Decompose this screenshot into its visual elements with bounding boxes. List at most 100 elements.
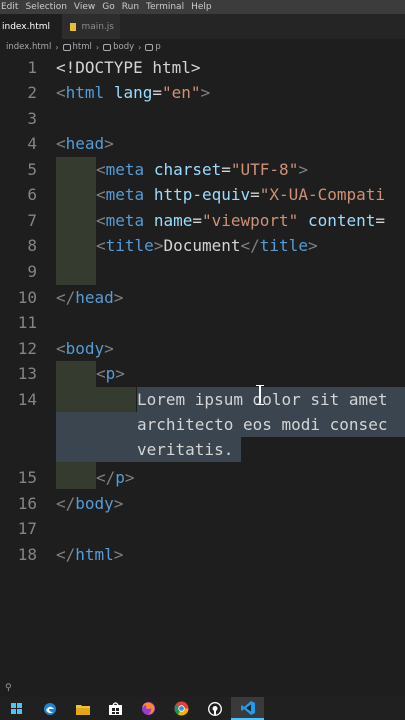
text-content: Document [163, 236, 241, 255]
code-line-6[interactable]: <meta http-equiv="X-UA-Compati [96, 182, 385, 207]
line-number: 13 [17, 364, 37, 383]
code-line-13[interactable]: <p> [96, 361, 125, 386]
bracket: > [153, 236, 164, 255]
line-number: 9 [27, 262, 37, 281]
chrome-icon[interactable] [165, 697, 198, 720]
tab-index-html[interactable]: index.html [0, 14, 62, 39]
line-number: 12 [17, 339, 37, 358]
code-editor[interactable]: 1 2 3 4 5 6 7 8 9 10 11 12 13 14 15 16 1… [0, 55, 405, 680]
code-line-1[interactable]: <!DOCTYPE html> [56, 55, 201, 80]
tag-name: p [105, 364, 116, 383]
doctype-text: <!DOCTYPE html> [56, 58, 201, 77]
equals: = [375, 211, 386, 230]
chevron-right-icon: › [55, 42, 59, 52]
firefox-icon[interactable] [132, 697, 165, 720]
tag-name: body [65, 339, 105, 358]
edge-icon[interactable] [33, 697, 66, 720]
element-icon [62, 43, 71, 51]
bracket: < [56, 134, 66, 153]
bracket: < [96, 236, 106, 255]
paragraph-text: architecto eos modi consec [137, 415, 388, 434]
bracket: > [113, 494, 124, 513]
tag-name: title [259, 236, 308, 255]
vscode-icon[interactable] [231, 697, 264, 720]
chevron-right-icon: › [95, 42, 100, 52]
tag-name: head [65, 134, 105, 153]
menu-run[interactable]: Run [122, 2, 146, 12]
line-number: 1 [27, 58, 37, 77]
bracket: > [124, 468, 135, 487]
tag-name: p [115, 468, 125, 487]
bracket: > [104, 339, 114, 358]
attr-name: lang [113, 83, 153, 102]
code-line-16[interactable]: </body> [56, 491, 123, 516]
code-line-18[interactable]: </html> [56, 542, 123, 567]
equals: = [221, 160, 231, 179]
paragraph-text: veritatis. [137, 440, 234, 459]
line-number: 4 [27, 134, 37, 153]
github-icon[interactable] [198, 697, 231, 720]
menu-go[interactable]: Go [102, 2, 121, 12]
breadcrumb: index.html › html › body › p [0, 39, 405, 55]
breadcrumb-p[interactable]: p [155, 42, 160, 52]
code-line-14-wrap-1[interactable]: architecto eos modi consec [137, 412, 387, 437]
line-number: 8 [27, 236, 37, 255]
code-line-5[interactable]: <meta charset="UTF-8"> [96, 157, 308, 182]
menu-help[interactable]: Help [191, 2, 219, 12]
tag-name: meta [105, 160, 145, 179]
bracket: </ [240, 236, 260, 255]
menu-selection[interactable]: Selection [25, 2, 73, 12]
code-line-8[interactable]: <title>Document</title> [96, 233, 318, 258]
tag-name: html [75, 545, 114, 564]
code-line-7[interactable]: <meta name="viewport" content= [96, 208, 385, 233]
indent-guide [96, 387, 136, 413]
tag-name: meta [105, 185, 145, 204]
code-line-15[interactable]: </p> [96, 465, 135, 490]
code-line-2[interactable]: <html lang="en"> [56, 80, 210, 105]
code-line-10[interactable]: </head> [56, 285, 123, 310]
tab-main-js[interactable]: main.js [62, 14, 120, 39]
tag-name: meta [105, 211, 145, 230]
bracket: </ [56, 494, 76, 513]
line-number: 14 [17, 390, 37, 409]
taskbar [0, 697, 405, 720]
line-number: 5 [27, 160, 37, 179]
store-icon[interactable] [99, 697, 132, 720]
bracket: > [115, 364, 125, 383]
line-number: 6 [27, 185, 37, 204]
line-number: 10 [17, 288, 37, 307]
element-icon [145, 43, 154, 51]
bracket: </ [96, 468, 116, 487]
attr-name: http-equiv [153, 185, 251, 204]
menu-edit[interactable]: Edit [0, 2, 25, 12]
menu-view[interactable]: View [74, 2, 102, 12]
bracket: > [298, 160, 308, 179]
code-line-14-wrap-2[interactable]: veritatis. [137, 437, 233, 462]
windows-start-icon[interactable] [0, 697, 33, 720]
bracket: < [56, 339, 66, 358]
code-line-4[interactable]: <head> [56, 131, 114, 156]
text-cursor-icon [255, 385, 264, 405]
attr-name: name [153, 211, 193, 230]
attr-value: "viewport" [201, 211, 299, 230]
line-number: 3 [27, 109, 37, 128]
line-number: 7 [27, 211, 37, 230]
bracket: > [104, 134, 114, 153]
bracket: < [56, 83, 66, 102]
bracket: < [96, 185, 106, 204]
bracket: > [307, 236, 318, 255]
breadcrumb-html[interactable]: html [73, 42, 92, 52]
line-number: 2 [27, 83, 37, 102]
tab-label: main.js [81, 21, 114, 32]
file-explorer-icon[interactable] [66, 697, 99, 720]
line-number: 11 [17, 313, 37, 332]
breadcrumb-body[interactable]: body [113, 42, 134, 52]
tab-label: index.html [2, 21, 50, 32]
code-line-12[interactable]: <body> [56, 336, 114, 361]
source-control-icon[interactable]: ⚲ [5, 683, 12, 693]
bracket: > [113, 545, 124, 564]
tag-name: title [105, 236, 154, 255]
breadcrumb-file[interactable]: index.html [6, 42, 51, 52]
menu-terminal[interactable]: Terminal [146, 2, 191, 12]
javascript-file-icon [70, 22, 77, 31]
